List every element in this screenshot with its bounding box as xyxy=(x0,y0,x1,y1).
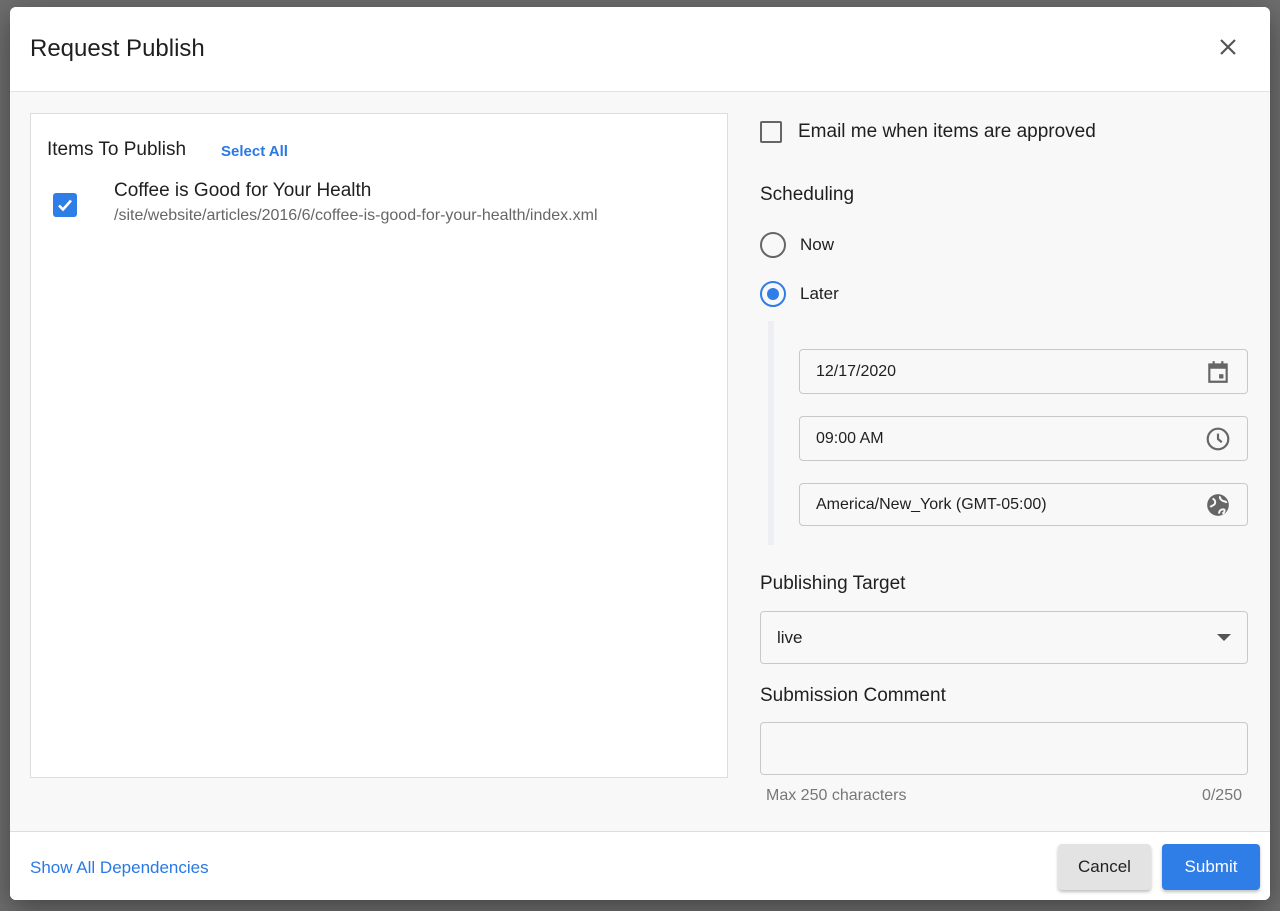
options-panel: Email me when items are approved Schedul… xyxy=(758,92,1248,831)
publishing-target-value: live xyxy=(777,627,803,647)
request-publish-dialog: Request Publish Items To Publish Select … xyxy=(10,7,1270,900)
select-all-link[interactable]: Select All xyxy=(221,143,288,160)
date-input[interactable]: 12/17/2020 xyxy=(799,349,1248,394)
items-panel: Items To Publish Select All Coffee is Go… xyxy=(30,113,728,778)
dropdown-arrow-icon xyxy=(1217,633,1231,641)
email-checkbox[interactable] xyxy=(760,121,782,143)
email-label: Email me when items are approved xyxy=(798,121,1096,142)
clock-icon[interactable] xyxy=(1205,426,1231,452)
radio-later[interactable] xyxy=(760,281,786,307)
time-value: 09:00 AM xyxy=(816,429,884,447)
submission-comment-input[interactable] xyxy=(760,722,1248,775)
show-all-dependencies-link[interactable]: Show All Dependencies xyxy=(30,858,209,878)
comment-helper-text: Max 250 characters xyxy=(766,787,907,804)
calendar-icon[interactable] xyxy=(1205,359,1231,385)
date-value: 12/17/2020 xyxy=(816,362,897,380)
items-heading: Items To Publish xyxy=(47,139,187,160)
dialog-header: Request Publish xyxy=(10,7,1270,92)
schedule-indent-bar xyxy=(768,321,774,545)
radio-later-label: Later xyxy=(800,284,839,303)
dialog-footer: Show All Dependencies Cancel Submit xyxy=(10,831,1270,900)
timezone-input[interactable]: America/New_York (GMT-05:00) xyxy=(799,483,1248,526)
cancel-button[interactable]: Cancel xyxy=(1058,844,1151,890)
item-title: Coffee is Good for Your Health xyxy=(114,180,372,201)
close-icon[interactable] xyxy=(1216,35,1240,59)
item-checkbox[interactable] xyxy=(53,193,77,217)
scheduling-label: Scheduling xyxy=(760,184,855,205)
dialog-body: Items To Publish Select All Coffee is Go… xyxy=(10,92,1270,831)
item-path: /site/website/articles/2016/6/coffee-is-… xyxy=(114,207,598,224)
globe-icon[interactable] xyxy=(1205,492,1231,518)
submission-comment-label: Submission Comment xyxy=(760,685,946,706)
radio-now[interactable] xyxy=(760,232,786,258)
check-icon xyxy=(58,199,72,212)
timezone-value: America/New_York (GMT-05:00) xyxy=(816,495,1047,513)
radio-now-label: Now xyxy=(800,235,835,254)
publishing-target-select[interactable]: live xyxy=(760,611,1248,664)
submit-button[interactable]: Submit xyxy=(1162,844,1260,890)
comment-char-count: 0/250 xyxy=(1201,787,1242,804)
publishing-target-label: Publishing Target xyxy=(760,573,906,594)
dialog-title: Request Publish xyxy=(30,35,205,62)
time-input[interactable]: 09:00 AM xyxy=(799,416,1248,461)
